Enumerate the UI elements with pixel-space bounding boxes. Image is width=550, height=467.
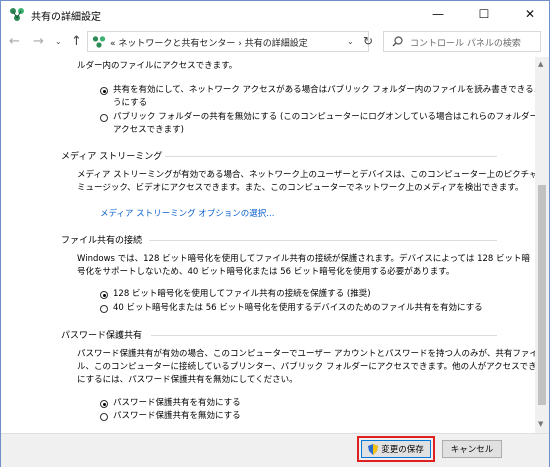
public-share-enable-label-cont[interactable]: うにする bbox=[113, 97, 147, 110]
media-streaming-options-link[interactable]: メディア ストリーミング オプションの選択... bbox=[100, 207, 274, 219]
encryption-40-56-radio[interactable] bbox=[100, 305, 108, 313]
password-sharing-enable-radio[interactable] bbox=[100, 400, 108, 408]
public-share-disable-radio[interactable] bbox=[100, 114, 108, 122]
media-streaming-description-cont: ミュージック、ビデオにアクセスできます。また、このコンピューターでネットワーク上… bbox=[77, 183, 524, 193]
file-sharing-heading: ファイル共有の接続 bbox=[61, 236, 143, 246]
public-share-enable-radio[interactable] bbox=[100, 87, 108, 95]
shield-icon bbox=[368, 443, 379, 455]
public-share-disable-label-cont[interactable]: アクセスできます) bbox=[113, 124, 184, 137]
vertical-scrollbar[interactable]: ▲ ▼ bbox=[535, 57, 549, 433]
advanced-sharing-window: 共有の詳細設定 — ☐ ✕ ← → ⌄ ↑ « ネットワークと共有センター › … bbox=[0, 0, 550, 467]
encryption-128-radio[interactable] bbox=[100, 291, 108, 299]
address-dropdown-icon[interactable]: ⌄ bbox=[347, 37, 354, 46]
network-icon bbox=[10, 8, 24, 21]
search-icon bbox=[392, 36, 403, 47]
title-bar: 共有の詳細設定 — ☐ ✕ bbox=[1, 1, 549, 27]
up-arrow-icon[interactable]: ↑ bbox=[71, 34, 82, 49]
password-sharing-description: パスワード保護共有が有効の場合、このコンピューターでユーザー アカウントとパスワ… bbox=[77, 349, 535, 359]
save-changes-button[interactable]: 変更の保存 bbox=[361, 440, 431, 458]
scroll-thumb[interactable] bbox=[538, 185, 546, 405]
search-placeholder: コントロール パネルの検索 bbox=[410, 39, 521, 49]
scroll-down-icon[interactable]: ▼ bbox=[538, 420, 543, 428]
media-streaming-heading: メディア ストリーミング bbox=[61, 152, 163, 162]
scroll-up-icon[interactable]: ▲ bbox=[538, 60, 543, 68]
navigation-bar: ← → ⌄ ↑ « ネットワークと共有センター › 共有の詳細設定 ⌄ ↻ コン… bbox=[1, 27, 549, 57]
back-arrow-icon[interactable]: ← bbox=[9, 34, 20, 49]
password-sharing-enable-label[interactable]: パスワード保護共有を有効にする bbox=[113, 397, 241, 410]
section-divider bbox=[151, 335, 497, 336]
media-streaming-description: メディア ストリーミングが有効である場合、ネットワーク上のユーザーとデバイスは、… bbox=[77, 170, 535, 180]
maximize-button[interactable]: ☐ bbox=[467, 1, 501, 27]
forward-arrow-icon[interactable]: → bbox=[33, 34, 44, 49]
window-title: 共有の詳細設定 bbox=[31, 12, 101, 23]
file-sharing-description: Windows では、128 ビット暗号化を使用してファイル共有の接続が保護され… bbox=[77, 254, 530, 264]
password-sharing-description-cont: ル、このコンピューターに接続しているプリンター、パブリック フォルダーにアクセス… bbox=[77, 362, 535, 372]
close-button[interactable]: ✕ bbox=[513, 1, 547, 27]
file-sharing-description-cont: 号化をサポートしないため、40 ビット暗号化または 56 ビット暗号化を使用する… bbox=[77, 267, 455, 277]
settings-content: ルダー内のファイルにアクセスできます。 共有を有効にして、ネットワーク アクセス… bbox=[1, 57, 535, 433]
network-icon bbox=[92, 36, 106, 48]
cancel-button[interactable]: キャンセル bbox=[442, 440, 502, 458]
public-folder-description: ルダー内のファイルにアクセスできます。 bbox=[77, 61, 238, 71]
section-divider bbox=[149, 240, 497, 241]
refresh-icon[interactable]: ↻ bbox=[363, 34, 373, 48]
password-sharing-disable-label[interactable]: パスワード保護共有を無効にする bbox=[113, 410, 241, 423]
password-sharing-description-end: にするには、パスワード保護共有を無効にしてください。 bbox=[77, 375, 298, 385]
encryption-40-56-label[interactable]: 40 ビット暗号化または 56 ビット暗号化を使用するデバイスのためのファイル共… bbox=[113, 302, 483, 315]
cancel-label: キャンセル bbox=[450, 445, 494, 455]
encryption-128-label[interactable]: 128 ビット暗号化を使用してファイル共有の接続を保護する (推奨) bbox=[113, 288, 371, 301]
address-bar[interactable]: « ネットワークと共有センター › 共有の詳細設定 bbox=[87, 31, 369, 52]
password-sharing-disable-radio[interactable] bbox=[100, 413, 108, 421]
recent-locations-icon[interactable]: ⌄ bbox=[55, 37, 62, 46]
breadcrumb[interactable]: « ネットワークと共有センター › 共有の詳細設定 bbox=[110, 36, 308, 49]
minimize-button[interactable]: — bbox=[421, 1, 455, 27]
public-share-enable-label[interactable]: 共有を有効にして、ネットワーク アクセスがある場合はパブリック フォルダー内のフ… bbox=[113, 84, 535, 97]
save-changes-label: 変更の保存 bbox=[381, 445, 424, 455]
search-input[interactable]: コントロール パネルの検索 bbox=[383, 31, 541, 52]
section-divider bbox=[165, 156, 497, 157]
password-sharing-heading: パスワード保護共有 bbox=[61, 331, 143, 341]
dialog-footer: 変更の保存 キャンセル bbox=[1, 433, 549, 467]
public-share-disable-label[interactable]: パブリック フォルダーの共有を無効にする (このコンピューターにログオンしている… bbox=[113, 111, 535, 124]
